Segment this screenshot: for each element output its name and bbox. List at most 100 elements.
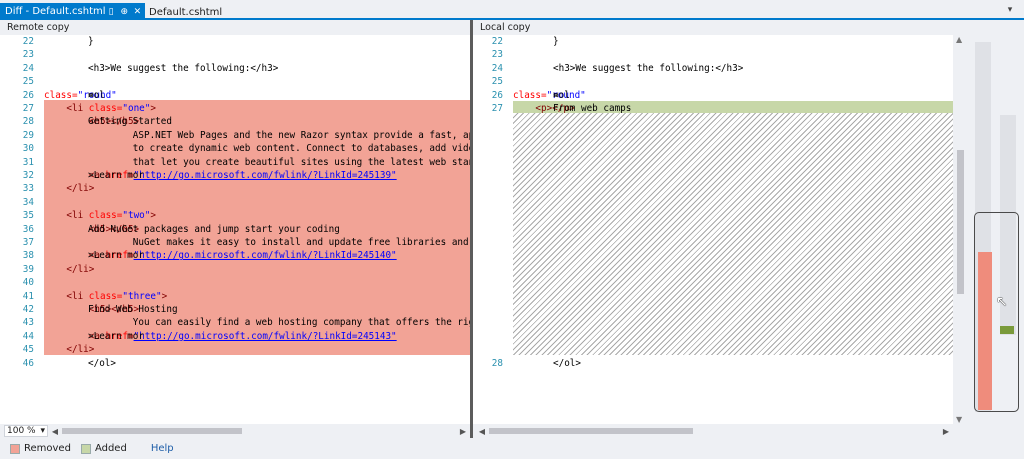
code-token: <li [44,210,89,222]
remote-copy-editor[interactable]: 22} 23 24 <h3>We suggest the following:</h3… [0,35,470,424]
code-line: 27 <li class="one"> [0,102,470,115]
line-number: 46 [22,357,34,369]
scroll-left-icon[interactable]: ◀ [50,425,60,437]
line-number: 29 [22,129,34,141]
code-token: class= [88,290,123,302]
close-icon[interactable]: ✕ [132,6,143,18]
code-token: Find Web Hosting [88,304,178,315]
line-number: 26 [491,89,503,101]
code-line: 22} [473,35,953,48]
code-token: </ol> [88,357,116,369]
code-line: 33 </li> [0,182,470,195]
code-token: <li [44,103,89,114]
right-horizontal-scrollbar[interactable]: ◀ ▶ [473,425,953,437]
diff-legend: Removed Added Help [0,438,1024,459]
code-token: "three" [122,290,162,302]
code-token: class= [88,103,123,114]
code-line: 39 </li> [0,263,470,276]
code-line: 27 <p> From web camps </p> [473,102,953,115]
code-token: You can easily find a web hosting compan… [88,317,470,329]
code-token[interactable]: "http://go.microsoft.com/fwlink/?LinkId=… [134,331,397,342]
line-number: 25 [22,76,34,88]
line-text: <li class="three"> [44,290,167,303]
code-line: 45 </li> [0,343,470,356]
code-token[interactable]: "http://go.microsoft.com/fwlink/?LinkId=… [134,250,397,261]
scroll-up-icon[interactable]: ▲ [956,35,962,44]
code-line: 29 ASP.NET Web Pages and the new Razor s… [0,129,470,142]
code-token: Getting Started [88,116,172,128]
added-swatch [80,443,91,454]
scroll-right-icon[interactable]: ▶ [458,425,468,437]
tab-diff-default[interactable]: Diff - Default.cshtml ▯ ⊕ ✕ [0,3,145,20]
legend-added-label: Added [94,443,127,454]
line-text: </li> [44,263,94,276]
code-token: } [553,36,559,47]
dock-icon[interactable]: ⊕ [119,6,130,18]
code-token: } [88,36,94,47]
line-number: 41 [22,290,34,302]
code-line: 43 You can easily find a web hosting com… [0,316,470,329]
pin-icon[interactable]: ▯ [106,6,117,18]
line-text: <a href="http://go.microsoft.com/fwlink/… [44,249,397,262]
scroll-right-icon[interactable]: ▶ [941,425,951,437]
code-token: <li [44,290,89,302]
document-tab-strip: Diff - Default.cshtml ▯ ⊕ ✕ Default.csht… [0,0,1024,20]
code-line: 32 <a href="http://go.microsoft.com/fwli… [0,169,470,182]
tab-default-cshtml-label: Default.cshtml [149,7,223,18]
local-copy-editor[interactable]: 22} 23 24 <h3>We suggest the following:</h3… [473,35,953,424]
code-token: <h3>We suggest the following:</h3> [553,62,744,74]
help-link[interactable]: Help [151,443,174,454]
line-number: 28 [22,116,34,128]
overview-viewport-frame[interactable] [974,212,1019,412]
code-token: ASP.NET Web Pages and the new Razor synt… [88,129,470,141]
line-number: 25 [491,76,503,88]
code-line: 23 [0,48,470,61]
code-line: 31 that let you create beautiful sites u… [0,156,470,169]
left-hscroll-thumb[interactable] [62,428,242,434]
vertical-scrollbar[interactable]: ▲ ▼ [953,35,969,424]
chevron-down-icon[interactable]: ▾ [1004,4,1016,16]
code-line: 40 [0,276,470,289]
tab-default-cshtml[interactable]: Default.cshtml [149,5,222,20]
code-token: <h3>We suggest the following:</h3> [88,62,279,74]
code-line: 38 <a href="http://go.microsoft.com/fwli… [0,249,470,262]
code-line: 23 [473,48,953,61]
line-text: <h5> Find Web Hosting </h5> [44,303,178,316]
code-token: >Learn mor [88,330,144,342]
line-number: 40 [22,277,34,289]
line-text: <h5> Add NuGet packages and jump start yo… [44,223,340,236]
line-number: 26 [22,89,34,101]
line-text: </li> [44,343,94,356]
line-number: 44 [22,330,34,342]
line-number: 23 [22,49,34,61]
code-line: 26 <ol class="round" > [0,89,470,102]
code-token: class= [513,89,547,101]
code-line: 46 </ol> [0,357,470,370]
legend-removed: Removed [10,443,71,454]
scroll-left-icon[interactable]: ◀ [477,425,487,437]
line-number: 36 [22,223,34,235]
left-horizontal-scrollbar[interactable]: 100 % ▾ ◀ ▶ [0,425,470,437]
remote-copy-header: Remote copy [7,22,70,33]
line-number: 45 [22,344,34,356]
code-line: 24 <h3>We suggest the following:</h3> [0,62,470,75]
code-line: 35 <li class="two"> [0,209,470,222]
missing-lines-hatch [513,113,953,355]
code-line: 34 [0,196,470,209]
zoom-dropdown[interactable]: 100 % ▾ [4,425,48,437]
line-number: 33 [22,183,34,195]
code-token: NuGet makes it easy to install and updat… [88,237,470,248]
code-token: From web camps [553,103,632,114]
code-token: > [150,103,156,114]
code-line: 25 [473,75,953,88]
right-hscroll-thumb[interactable] [489,428,693,434]
code-token[interactable]: "http://go.microsoft.com/fwlink/?LinkId=… [134,170,397,181]
code-token: that let you create beautiful sites usin… [88,156,470,168]
code-token: </li> [44,183,95,195]
scroll-down-icon[interactable]: ▼ [956,415,962,424]
code-token: to create dynamic web content. Connect t… [88,143,470,155]
code-line: 25 [0,75,470,88]
vertical-scroll-thumb[interactable] [957,150,964,294]
code-token: >Learn mor [88,250,144,262]
code-token: > [150,210,156,222]
